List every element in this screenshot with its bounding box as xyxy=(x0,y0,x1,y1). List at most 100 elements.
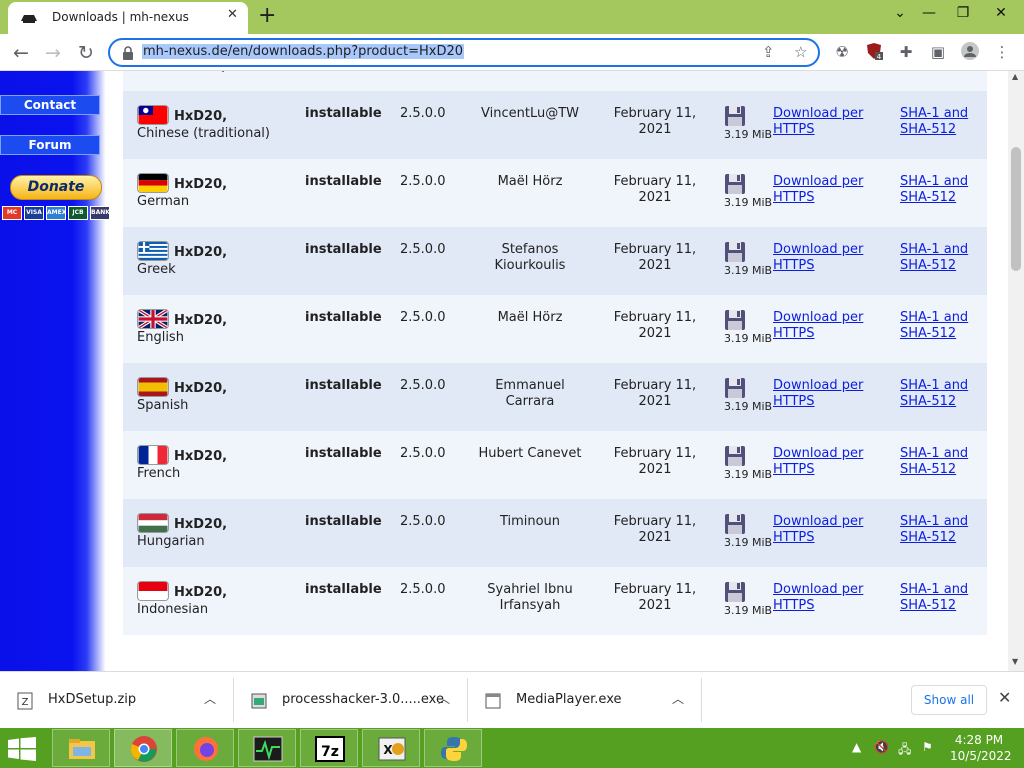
download-link-line1[interactable]: Download per xyxy=(773,310,863,326)
chevron-up-icon[interactable]: ︿ xyxy=(438,690,450,707)
profile-avatar-icon[interactable] xyxy=(960,42,980,62)
floppy-disk-icon[interactable] xyxy=(724,513,746,535)
hash-link-line2[interactable]: SHA-512 xyxy=(900,258,968,274)
hash-link[interactable]: SHA-1 and SHA-512 xyxy=(900,106,968,138)
url-text[interactable]: mh-nexus.de/en/downloads.php?product=HxD… xyxy=(142,44,465,59)
show-all-button[interactable]: Show all xyxy=(911,685,987,715)
hash-link-line1[interactable]: SHA-1 and xyxy=(900,242,968,258)
back-arrow-icon[interactable]: ← xyxy=(8,40,34,66)
lock-icon[interactable] xyxy=(121,46,135,60)
download-https-link[interactable]: Download per HTTPS xyxy=(773,174,863,206)
download-link-line2[interactable]: HTTPS xyxy=(773,530,863,546)
bookmark-star-icon[interactable]: ☆ xyxy=(794,43,807,61)
download-https-link[interactable]: Download per HTTPS xyxy=(773,310,863,342)
forward-arrow-icon[interactable]: → xyxy=(40,40,66,66)
hash-link-line1[interactable]: SHA-1 and xyxy=(900,310,968,326)
hash-link-line2[interactable]: SHA-512 xyxy=(900,598,968,614)
download-link-line2[interactable]: HTTPS xyxy=(773,326,863,342)
hash-link[interactable]: SHA-1 and SHA-512 xyxy=(900,446,968,478)
hash-link[interactable]: SHA-1 and SHA-512 xyxy=(900,514,968,546)
taskbar-clock[interactable]: 4:28 PM 10/5/2022 xyxy=(950,732,1012,764)
kebab-menu-icon[interactable]: ⋮ xyxy=(992,42,1012,62)
reload-icon[interactable]: ↻ xyxy=(73,40,99,66)
download-https-link[interactable]: Download per HTTPS xyxy=(773,106,863,138)
hash-link-line1[interactable]: SHA-1 and xyxy=(900,174,968,190)
download-link-line2[interactable]: HTTPS xyxy=(773,598,863,614)
floppy-disk-icon[interactable] xyxy=(724,309,746,331)
download-link-line2[interactable]: HTTPS xyxy=(773,394,863,410)
new-tab-button[interactable]: + xyxy=(258,3,276,28)
taskbar-file-explorer[interactable] xyxy=(52,729,110,767)
tab-close-icon[interactable]: ✕ xyxy=(227,7,238,22)
download-link-line2[interactable]: HTTPS xyxy=(773,190,863,206)
download-link-line1[interactable]: Download per xyxy=(773,242,863,258)
chevron-up-icon[interactable]: ︿ xyxy=(204,690,216,707)
donate-button[interactable]: Donate xyxy=(10,175,102,200)
floppy-disk-icon[interactable] xyxy=(724,445,746,467)
download-item[interactable]: processhacker-3.0.....exe ︿ xyxy=(234,678,468,722)
restore-button[interactable]: ❐ xyxy=(946,0,980,26)
floppy-disk-icon[interactable] xyxy=(724,241,746,263)
hash-link[interactable]: SHA-1 and SHA-512 xyxy=(900,310,968,342)
floppy-disk-icon[interactable] xyxy=(724,105,746,127)
page-scrollbar[interactable]: ▲ ▼ xyxy=(1008,71,1024,671)
hash-link-line2[interactable]: SHA-512 xyxy=(900,530,968,546)
floppy-disk-icon[interactable] xyxy=(724,377,746,399)
hash-link-line2[interactable]: SHA-512 xyxy=(900,326,968,342)
scroll-down-arrow-icon[interactable]: ▼ xyxy=(1012,657,1018,666)
download-item[interactable]: Z HxDSetup.zip ︿ xyxy=(0,678,234,722)
close-shelf-icon[interactable]: ✕ xyxy=(998,688,1011,707)
download-https-link[interactable]: Download per HTTPS xyxy=(773,582,863,614)
hash-link-line1[interactable]: SHA-1 and xyxy=(900,106,968,122)
hash-link-line1[interactable]: SHA-1 and xyxy=(900,514,968,530)
taskbar-hxd[interactable]: X xyxy=(362,729,420,767)
download-link-line1[interactable]: Download per xyxy=(773,582,863,598)
taskbar-process-hacker[interactable] xyxy=(238,729,296,767)
hash-link-line1[interactable]: SHA-1 and xyxy=(900,378,968,394)
nav-link-forum[interactable]: Forum xyxy=(0,135,100,155)
floppy-disk-icon[interactable] xyxy=(724,581,746,603)
hash-link[interactable]: SHA-1 and SHA-512 xyxy=(900,242,968,274)
download-link-line2[interactable]: HTTPS xyxy=(773,258,863,274)
download-link-line1[interactable]: Download per xyxy=(773,446,863,462)
scroll-up-arrow-icon[interactable]: ▲ xyxy=(1012,72,1018,81)
ublock-extension-icon[interactable]: 4 xyxy=(864,42,884,62)
download-link-line1[interactable]: Download per xyxy=(773,378,863,394)
taskbar-firefox[interactable] xyxy=(176,729,234,767)
volume-muted-icon[interactable]: 🔇 xyxy=(874,740,889,754)
network-icon[interactable]: 🖧 xyxy=(898,740,911,761)
download-https-link[interactable]: Download per HTTPS xyxy=(773,378,863,410)
download-https-link[interactable]: Download per HTTPS xyxy=(773,446,863,478)
windows-start-icon[interactable] xyxy=(8,737,36,761)
address-bar[interactable]: mh-nexus.de/en/downloads.php?product=HxD… xyxy=(108,38,820,67)
close-window-button[interactable]: ✕ xyxy=(984,0,1018,26)
hash-link-line2[interactable]: SHA-512 xyxy=(900,462,968,478)
browser-tab[interactable]: Downloads | mh-nexus ✕ xyxy=(8,2,248,34)
hash-link[interactable]: SHA-1 and SHA-512 xyxy=(900,174,968,206)
radiation-extension-icon[interactable]: ☢ xyxy=(832,42,852,62)
download-link-line1[interactable]: Download per xyxy=(773,174,863,190)
share-icon[interactable]: ⇪ xyxy=(762,43,775,61)
download-link-line2[interactable]: HTTPS xyxy=(773,462,863,478)
download-link-line2[interactable]: HTTPS xyxy=(773,122,863,138)
hash-link[interactable]: SHA-1 and SHA-512 xyxy=(900,582,968,614)
taskbar-7zip[interactable]: 7z xyxy=(300,729,358,767)
nav-link-contact[interactable]: Contact xyxy=(0,95,100,115)
puzzle-extensions-icon[interactable]: ✚ xyxy=(896,42,916,62)
scrollbar-thumb[interactable] xyxy=(1011,147,1021,271)
hash-link-line2[interactable]: SHA-512 xyxy=(900,122,968,138)
download-link-line1[interactable]: Download per xyxy=(773,514,863,530)
download-link-line1[interactable]: Download per xyxy=(773,106,863,122)
download-https-link[interactable]: Download per HTTPS xyxy=(773,242,863,274)
download-https-link[interactable]: Download per HTTPS xyxy=(773,514,863,546)
chevron-up-icon[interactable]: ︿ xyxy=(672,690,684,707)
taskbar-python[interactable] xyxy=(424,729,482,767)
hash-link[interactable]: SHA-1 and SHA-512 xyxy=(900,378,968,410)
hash-link-line2[interactable]: SHA-512 xyxy=(900,394,968,410)
side-panel-icon[interactable]: ▣ xyxy=(928,42,948,62)
floppy-disk-icon[interactable] xyxy=(724,173,746,195)
minimize-button[interactable]: — xyxy=(912,0,946,26)
hash-link-line2[interactable]: SHA-512 xyxy=(900,190,968,206)
action-center-flag-icon[interactable]: ⚑ xyxy=(922,740,933,754)
hash-link-line1[interactable]: SHA-1 and xyxy=(900,446,968,462)
